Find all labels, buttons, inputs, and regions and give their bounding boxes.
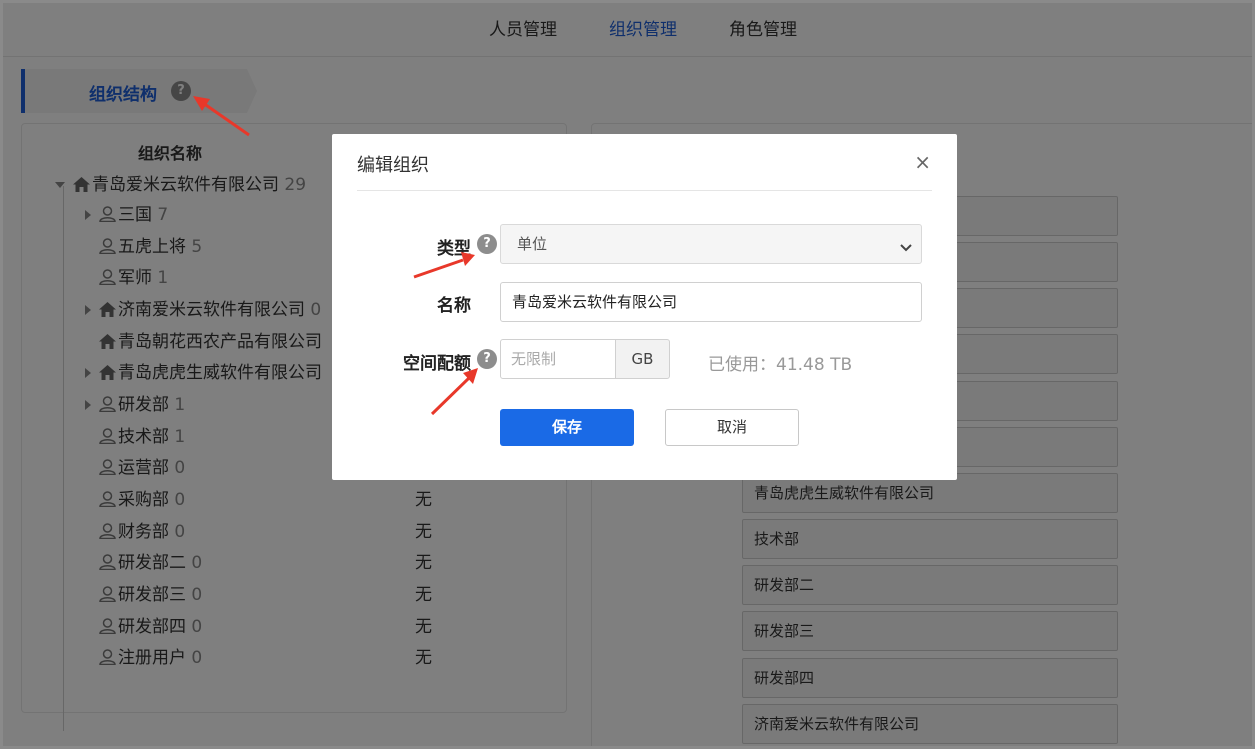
chevron-down-icon [900, 234, 912, 272]
edit-org-dialog: 编辑组织 × 类型 ? 单位 名称 青岛爱米云软件有限公司 空间配额 ? 无限制… [332, 134, 957, 480]
cancel-button[interactable]: 取消 [665, 409, 799, 446]
save-button[interactable]: 保存 [500, 409, 634, 446]
used-storage-text: 已使用：41.48 TB [708, 355, 853, 375]
quota-unit-addon: GB [615, 339, 670, 379]
name-field[interactable]: 青岛爱米云软件有限公司 [500, 282, 922, 322]
name-label: 名称 [437, 296, 471, 316]
type-select-value: 单位 [517, 235, 548, 253]
dialog-title: 编辑组织 [357, 155, 429, 176]
type-help-icon[interactable]: ? [477, 234, 497, 254]
type-select[interactable]: 单位 [500, 224, 922, 264]
quota-input[interactable]: 无限制 [500, 339, 616, 379]
quota-help-icon[interactable]: ? [477, 349, 497, 369]
close-icon[interactable]: × [914, 150, 931, 174]
dialog-divider [357, 190, 932, 191]
quota-label: 空间配额 [403, 354, 471, 374]
app-window: 人员管理 组织管理 角色管理 组织结构 ? 组织名称 青岛爱米云软件有限公司 2… [0, 0, 1255, 749]
type-label: 类型 [437, 239, 471, 259]
